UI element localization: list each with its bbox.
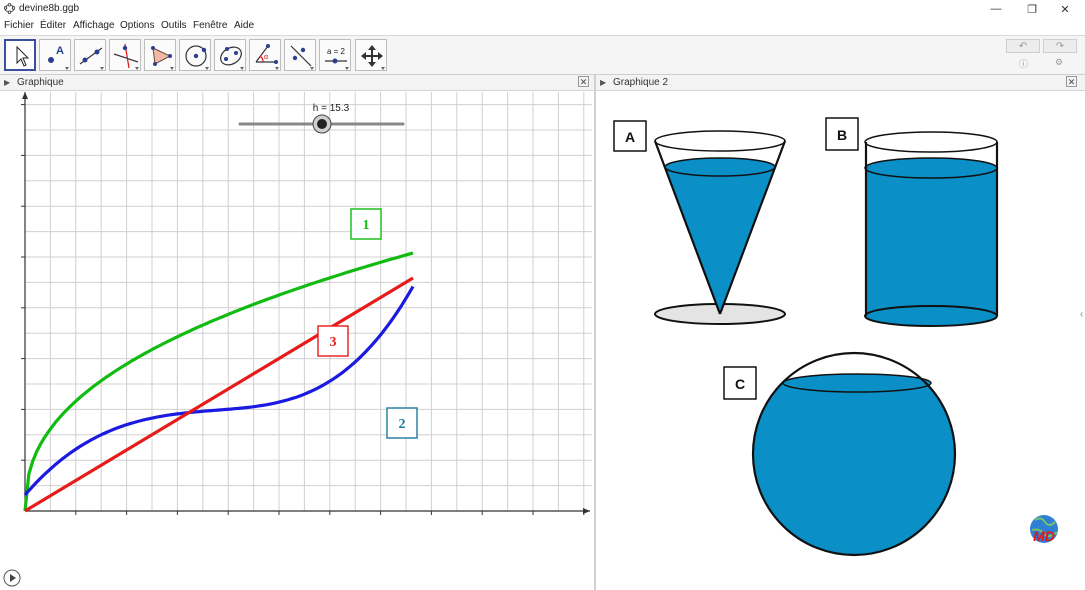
graphics1-canvas[interactable]: h = 15.3 1 3 2: [0, 91, 594, 590]
cylinder-vessel: [864, 131, 999, 327]
side-arrow-icon[interactable]: ‹: [1080, 309, 1083, 320]
collapse-triangle-icon[interactable]: ▶: [4, 78, 10, 87]
axis-ticks: [21, 104, 585, 515]
graphics2-title: Graphique 2: [613, 77, 669, 88]
title-bar: devine8b.ggb — ❐ ✕: [0, 0, 1085, 19]
menu-fenetre[interactable]: Fenêtre: [193, 20, 227, 31]
circle-tool-icon[interactable]: [179, 39, 211, 71]
ellipse-tool-icon[interactable]: [214, 39, 246, 71]
svg-text:α: α: [264, 54, 268, 61]
menu-aide[interactable]: Aide: [234, 20, 254, 31]
gear-icon[interactable]: ⚙: [1055, 57, 1063, 68]
slider-tool-label: a = 2: [327, 47, 346, 56]
polygon-tool-icon[interactable]: [144, 39, 176, 71]
close-panel-icon[interactable]: ✕: [1066, 76, 1077, 87]
menu-options[interactable]: Options: [120, 20, 154, 31]
label-a: A: [625, 129, 635, 145]
label-c: C: [735, 376, 745, 392]
svg-text:A: A: [56, 45, 64, 57]
move-tool-icon[interactable]: [4, 39, 36, 71]
graphics1-title: Graphique: [17, 77, 64, 88]
label-3: 3: [330, 335, 337, 350]
minimize-icon[interactable]: —: [982, 0, 1010, 18]
cone-vessel: [653, 130, 787, 325]
label-1: 1: [363, 218, 370, 233]
move-view-tool-icon[interactable]: [355, 39, 387, 71]
menu-fichier[interactable]: Fichier: [4, 20, 34, 31]
point-tool-icon[interactable]: A: [39, 39, 71, 71]
close-icon[interactable]: ✕: [1051, 0, 1079, 18]
line-tool-icon[interactable]: [74, 39, 106, 71]
label-2: 2: [399, 417, 406, 432]
restore-icon[interactable]: ❐: [1018, 0, 1046, 18]
angle-tool-icon[interactable]: α: [249, 39, 281, 71]
close-panel-icon[interactable]: ✕: [578, 76, 589, 87]
geogebra-app-icon: [4, 3, 15, 14]
toolbar: A α a = 2 ↶ ↷ ⓘ ⚙: [0, 36, 1085, 75]
play-icon[interactable]: [3, 569, 21, 587]
collapse-triangle-icon[interactable]: ▶: [600, 78, 606, 87]
label-b: B: [837, 127, 847, 143]
logo-text: MD: [1033, 528, 1055, 544]
slider-tool-icon[interactable]: a = 2: [319, 39, 351, 71]
graphics2-header: ▶ Graphique 2 ✕: [596, 75, 1085, 91]
menu-outils[interactable]: Outils: [161, 20, 187, 31]
slider-handle-core[interactable]: [317, 119, 327, 129]
graphics1-header: ▶ Graphique ✕: [0, 75, 594, 91]
menu-affichage[interactable]: Affichage: [73, 20, 115, 31]
graphics2-canvas[interactable]: ‹ A B C MD: [596, 91, 1085, 590]
menu-bar: Fichier Éditer Affichage Options Outils …: [0, 18, 1085, 36]
perpendicular-tool-icon[interactable]: [109, 39, 141, 71]
y-axis-arrow: [22, 92, 28, 99]
window-title: devine8b.ggb: [19, 3, 80, 14]
undo-icon[interactable]: ↶: [1006, 39, 1040, 53]
grid: [25, 92, 592, 511]
slider-label: h = 15.3: [313, 103, 350, 114]
help-icon[interactable]: ⓘ: [1019, 57, 1028, 70]
reflect-tool-icon[interactable]: [284, 39, 316, 71]
redo-icon[interactable]: ↷: [1043, 39, 1077, 53]
menu-editer[interactable]: Éditer: [40, 20, 66, 31]
sphere-vessel: [751, 351, 957, 557]
md-logo: MD: [1030, 515, 1058, 544]
